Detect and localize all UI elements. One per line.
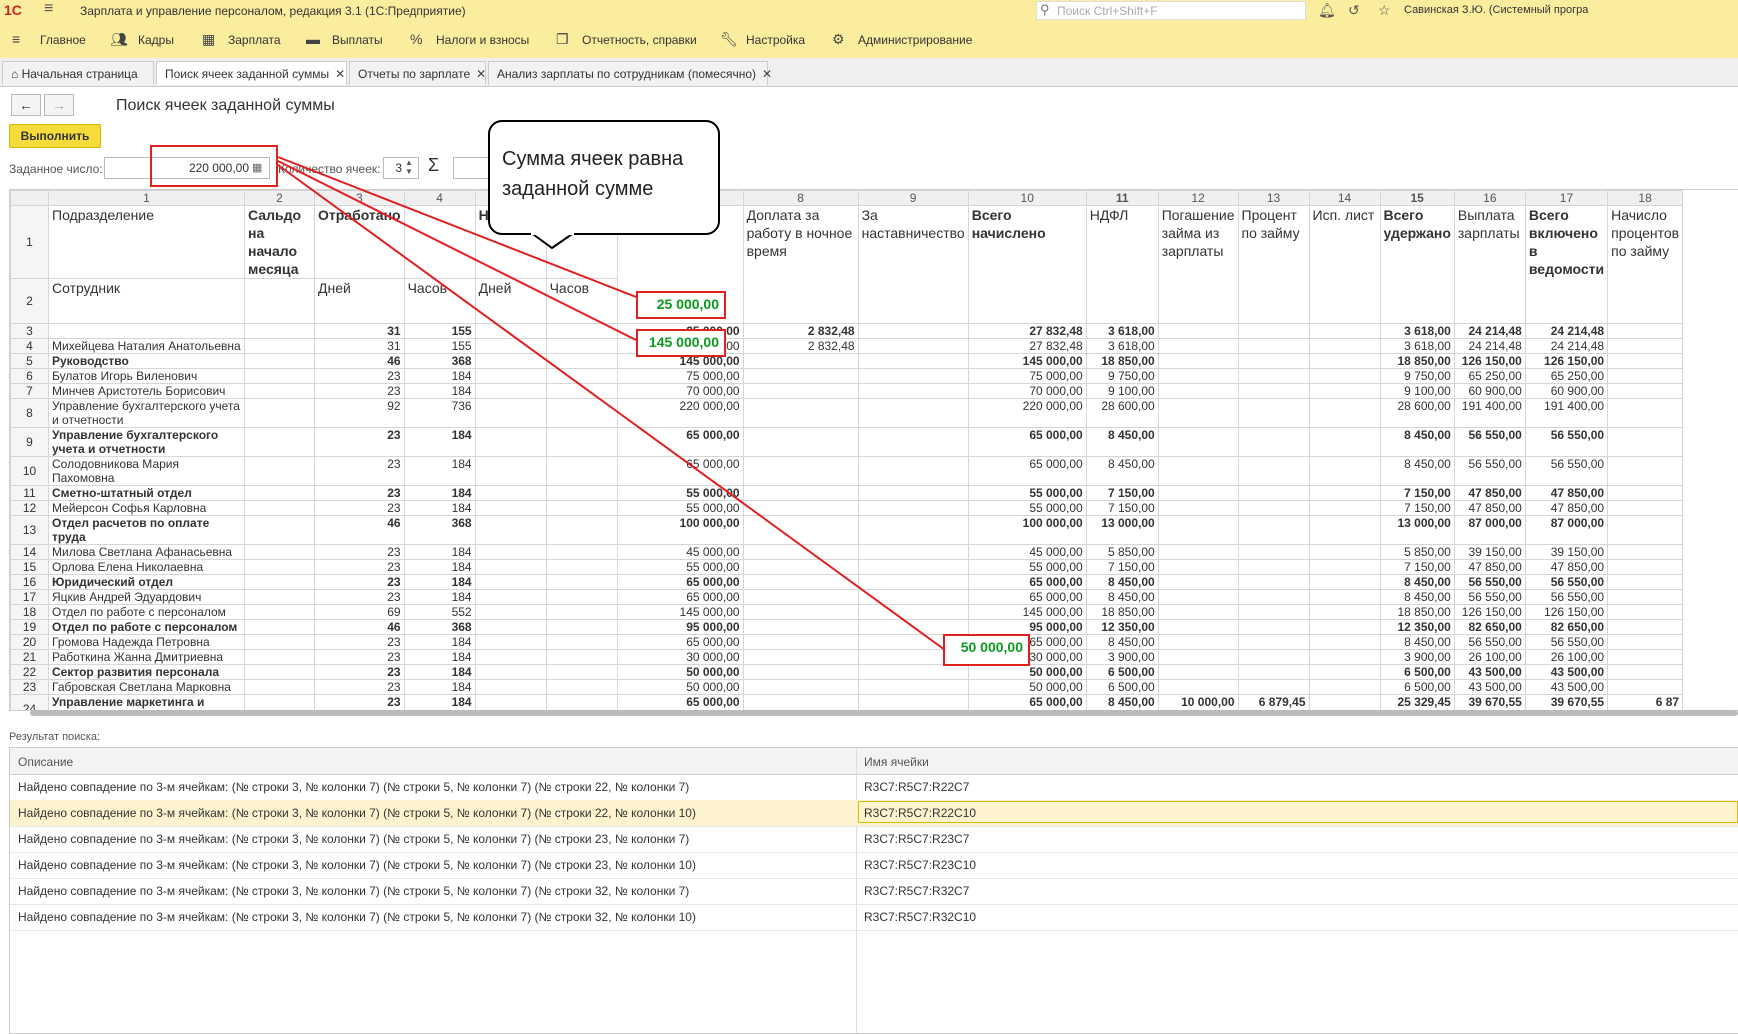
result-description: Найдено совпадение по 3-м ячейкам: (№ ст…	[18, 884, 690, 898]
callout-bubble: Сумма ячеек равна заданной сумме	[488, 120, 720, 235]
arrow-line	[277, 164, 946, 651]
result-row[interactable]: Найдено совпадение по 3-м ячейкам: (№ ст…	[10, 904, 1738, 931]
result-row[interactable]: Найдено совпадение по 3-м ячейкам: (№ ст…	[10, 852, 1738, 879]
column-header-description[interactable]: Описание	[18, 755, 73, 769]
result-description: Найдено совпадение по 3-м ячейкам: (№ ст…	[18, 780, 690, 794]
results-label: Результат поиска:	[9, 731, 101, 743]
result-cell-name: R3C7:R5C7:R32C10	[864, 910, 977, 924]
results-table[interactable]: Описание Имя ячейки Найдено совпадение п…	[9, 747, 1738, 1034]
result-cell-name: R3C7:R5C7:R23C7	[864, 832, 970, 846]
result-row[interactable]: Найдено совпадение по 3-м ячейкам: (№ ст…	[10, 800, 1738, 827]
result-description: Найдено совпадение по 3-м ячейкам: (№ ст…	[18, 858, 696, 872]
result-description: Найдено совпадение по 3-м ячейкам: (№ ст…	[18, 806, 696, 820]
result-row[interactable]: Найдено совпадение по 3-м ячейкам: (№ ст…	[10, 774, 1738, 801]
result-cell-name: R3C7:R5C7:R23C10	[864, 858, 977, 872]
result-description: Найдено совпадение по 3-м ячейкам: (№ ст…	[18, 910, 696, 924]
callout-tail-mask	[531, 231, 574, 235]
result-cell-name: R3C7:R5C7:R22C7	[864, 780, 970, 794]
result-cell-name: R3C7:R5C7:R32C7	[864, 884, 970, 898]
result-row[interactable]: Найдено совпадение по 3-м ячейкам: (№ ст…	[10, 826, 1738, 853]
result-cell-name: R3C7:R5C7:R22C10	[864, 806, 977, 820]
result-description: Найдено совпадение по 3-м ячейкам: (№ ст…	[18, 832, 690, 846]
results-header: Описание Имя ячейки	[10, 748, 1738, 775]
result-row[interactable]: Найдено совпадение по 3-м ячейкам: (№ ст…	[10, 878, 1738, 905]
selected-cell-frame	[858, 801, 1738, 823]
column-header-cell-name[interactable]: Имя ячейки	[864, 755, 929, 769]
